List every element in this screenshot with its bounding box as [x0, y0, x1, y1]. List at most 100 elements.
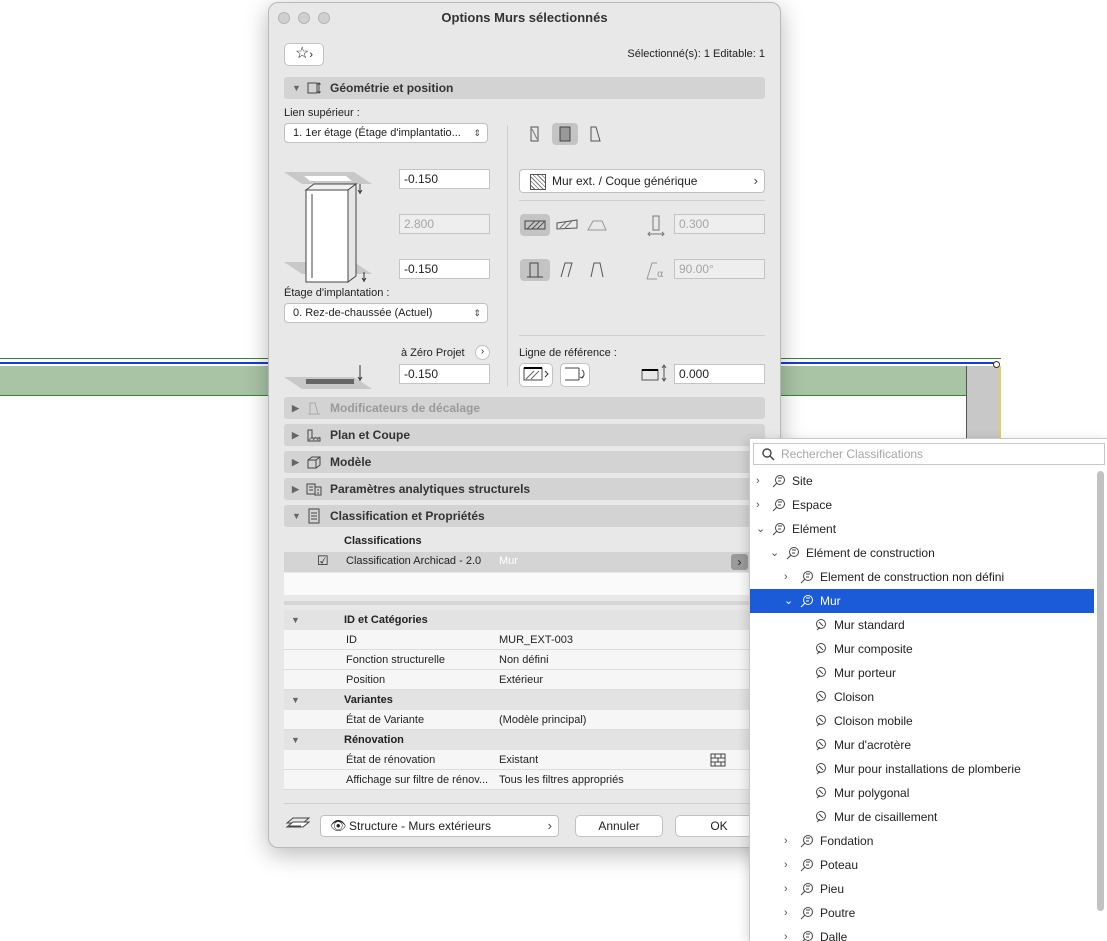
chevron-right-icon[interactable]: ›: [784, 877, 788, 901]
wall-geometry-polygonal-button[interactable]: [582, 123, 608, 145]
section-model-header[interactable]: ▶ Modèle: [284, 451, 765, 473]
tree-node[interactable]: ⌄ Elément de construction: [750, 541, 1094, 565]
minimize-window-button[interactable]: [298, 12, 310, 24]
tree-scrollbar[interactable]: [1097, 471, 1104, 911]
tree-node[interactable]: › Element de construction non défini: [750, 565, 1094, 589]
tree-node[interactable]: Mur d'acrotère: [750, 733, 1094, 757]
wall-slant-slanted-button[interactable]: [552, 259, 582, 281]
tree-node[interactable]: Mur polygonal: [750, 781, 1094, 805]
wall-structure-composite-button[interactable]: [552, 214, 582, 236]
reference-line-flip-button[interactable]: [560, 363, 590, 387]
up-down-arrows-icon: ⇕: [473, 128, 481, 138]
reference-line-location-button[interactable]: [519, 363, 553, 387]
property-group-id[interactable]: ▼ ID et Catégories: [284, 610, 765, 630]
classification-row[interactable]: ☑ Classification Archicad - 2.0 Mur ›: [284, 552, 765, 572]
wall-geometry-straight-button[interactable]: [522, 123, 548, 145]
tree-node[interactable]: Cloison mobile: [750, 709, 1094, 733]
layer-select[interactable]: 👁 Structure - Murs extérieurs ›: [320, 815, 559, 837]
property-row[interactable]: État de Variante (Modèle principal): [284, 710, 765, 730]
property-value[interactable]: Tous les filtres appropriés: [499, 770, 624, 790]
tree-node[interactable]: Mur composite: [750, 637, 1094, 661]
zoom-window-button[interactable]: [318, 12, 330, 24]
bottom-offset-input[interactable]: -0.150: [399, 259, 490, 279]
tree-node[interactable]: Mur pour installations de plomberie: [750, 757, 1094, 781]
thickness-input[interactable]: 0.300: [674, 214, 765, 234]
wall-structure-basic-button[interactable]: [520, 214, 550, 236]
properties-splitter[interactable]: [284, 601, 765, 605]
chevron-right-icon[interactable]: ›: [784, 829, 788, 853]
property-row[interactable]: ID MUR_EXT-003: [284, 630, 765, 650]
top-offset-input[interactable]: -0.150: [399, 169, 490, 189]
composite-select[interactable]: Mur ext. / Coque générique ›: [519, 169, 765, 193]
wall-fill-left[interactable]: [0, 366, 270, 396]
property-row[interactable]: Affichage sur filtre de rénov... Tous les…: [284, 770, 765, 790]
tree-node[interactable]: › Poutre: [750, 901, 1094, 925]
cancel-button[interactable]: Annuler: [575, 815, 663, 837]
reference-offset-input[interactable]: 0.000: [674, 364, 765, 384]
project-zero-input[interactable]: -0.150: [399, 364, 490, 384]
chevron-right-icon[interactable]: ›: [784, 925, 788, 941]
chevron-right-icon[interactable]: ›: [784, 565, 788, 589]
classification-branch-icon: [772, 499, 785, 512]
property-row[interactable]: État de rénovation Existant: [284, 750, 765, 770]
tree-node[interactable]: › Pieu: [750, 877, 1094, 901]
chevron-right-icon[interactable]: ›: [756, 493, 760, 517]
wall-structure-profile-button[interactable]: [582, 214, 612, 236]
section-floor-plan-header[interactable]: ▶ Plan et Coupe: [284, 424, 765, 446]
property-value[interactable]: Extérieur: [499, 670, 543, 690]
tree-node-selected[interactable]: ⌄ Mur: [750, 589, 1094, 613]
section-classification-header[interactable]: ▼ Classification et Propriétés: [284, 505, 765, 527]
tree-node[interactable]: Cloison: [750, 685, 1094, 709]
property-value[interactable]: MUR_EXT-003: [499, 630, 573, 650]
classification-branch-icon: [800, 859, 813, 872]
tree-node[interactable]: › Site: [750, 469, 1094, 493]
chevron-right-icon[interactable]: ›: [756, 469, 760, 493]
chevron-right-icon[interactable]: ›: [784, 901, 788, 925]
tree-node[interactable]: Mur de cisaillement: [750, 805, 1094, 829]
slant-angle-input[interactable]: 90.00°: [674, 259, 765, 279]
tree-node[interactable]: › Dalle: [750, 925, 1094, 941]
section-geometry-header[interactable]: ▼ Géométrie et position: [284, 77, 765, 99]
section-offset-modifiers-header[interactable]: ▶ Modificateurs de décalage: [284, 397, 765, 419]
classification-picker-button[interactable]: ›: [731, 554, 748, 570]
chevron-down-icon[interactable]: ⌄: [756, 517, 765, 541]
property-group-variants[interactable]: ▼ Variantes: [284, 690, 765, 710]
wall-endpoint-node[interactable]: [993, 361, 1000, 368]
wall-outline-right-blue: [779, 362, 999, 364]
wall-fill-right[interactable]: [779, 366, 966, 396]
home-story-select[interactable]: 0. Rez-de-chaussée (Actuel) ⇕: [284, 303, 488, 323]
section-structural-header[interactable]: ▶ Paramètres analytiques structurels: [284, 478, 765, 500]
close-window-button[interactable]: [278, 12, 290, 24]
tree-node[interactable]: › Poteau: [750, 853, 1094, 877]
wall-corner-column[interactable]: [966, 366, 1001, 438]
favorites-button[interactable]: ☆›: [284, 43, 324, 66]
classification-checkbox-icon[interactable]: ☑: [317, 553, 329, 569]
property-row[interactable]: Position Extérieur: [284, 670, 765, 690]
property-value[interactable]: (Modèle principal): [499, 710, 586, 730]
property-value[interactable]: Non défini: [499, 650, 549, 670]
horizontal-divider: [519, 335, 765, 336]
disclosure-closed-icon: ▶: [292, 403, 299, 413]
top-link-select[interactable]: 1. 1er étage (Étage d'implantatio... ⇕: [284, 123, 488, 143]
wall-slant-double-button[interactable]: [582, 259, 612, 281]
tree-node-label: Dalle: [820, 930, 848, 941]
property-value[interactable]: Existant: [499, 750, 538, 770]
wall-height-input[interactable]: 2.800: [399, 214, 490, 234]
chevron-down-icon[interactable]: ⌄: [784, 589, 793, 613]
property-row[interactable]: Fonction structurelle Non défini: [284, 650, 765, 670]
disclosure-open-icon: ▼: [292, 83, 301, 93]
property-group-renovation[interactable]: ▼ Rénovation: [284, 730, 765, 750]
tree-node[interactable]: ⌄ Elément: [750, 517, 1094, 541]
tree-node[interactable]: › Espace: [750, 493, 1094, 517]
classification-search-field[interactable]: Rechercher Classifications: [753, 443, 1105, 465]
project-zero-toggle[interactable]: ›: [475, 345, 490, 360]
wall-geometry-trapezoid-button[interactable]: [552, 123, 578, 145]
tree-node[interactable]: Mur porteur: [750, 661, 1094, 685]
wall-slant-vertical-button[interactable]: [520, 259, 550, 281]
renovation-brick-icon[interactable]: [710, 753, 726, 767]
tree-node[interactable]: › Fondation: [750, 829, 1094, 853]
section-offset-modifiers-label: Modificateurs de décalage: [330, 401, 481, 415]
chevron-down-icon[interactable]: ⌄: [770, 541, 779, 565]
tree-node[interactable]: Mur standard: [750, 613, 1094, 637]
chevron-right-icon[interactable]: ›: [784, 853, 788, 877]
